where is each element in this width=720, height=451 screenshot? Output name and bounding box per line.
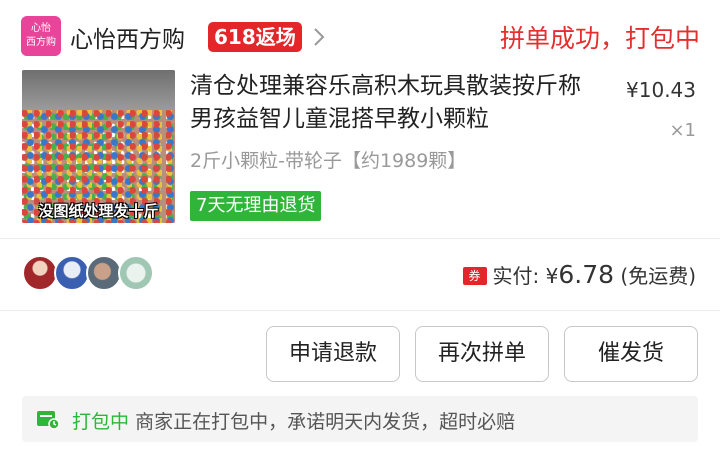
quantity: ×1 — [669, 120, 696, 141]
notice-text: 打包中 商家正在打包中，承诺明天内发货，超时必赔 — [72, 407, 515, 434]
coupon-icon: 券 — [462, 267, 487, 285]
box-icon — [37, 411, 60, 430]
paid-summary: 券实付: ¥6.78 (免运费) — [462, 260, 696, 289]
product-card[interactable]: 没图纸处理发十斤 清仓处理兼容乐高积木玩具散装按斤称男孩益智儿童混搭早教小颗粒 … — [0, 66, 720, 236]
apply-refund-button[interactable]: 申请退款 — [266, 326, 400, 382]
order-status: 拼单成功，打包中 — [499, 24, 700, 53]
unit-price: ¥10.43 — [626, 78, 696, 102]
store-name[interactable]: 心怡西方购 — [70, 20, 185, 54]
store-logo-line2: 西方购 — [26, 37, 56, 48]
notice-status: 打包中 — [72, 411, 130, 433]
chevron-right-icon[interactable] — [312, 26, 326, 48]
return-policy-badge: 7天无理由退货 — [190, 191, 322, 221]
avatar[interactable] — [118, 255, 154, 291]
avatar[interactable] — [86, 255, 122, 291]
store-logo-line1: 心怡 — [31, 23, 51, 34]
urge-shipping-button[interactable]: 催发货 — [564, 326, 698, 382]
promo-badge[interactable]: 618返场 — [208, 22, 302, 52]
image-ceiling — [22, 70, 175, 112]
notice-detail: 商家正在打包中，承诺明天内发货，超时必赔 — [135, 411, 516, 433]
paid-label: 实付: — [492, 264, 540, 288]
product-title[interactable]: 清仓处理兼容乐高积木玩具散装按斤称男孩益智儿童混搭早教小颗粒 — [190, 70, 600, 136]
order-actions: 申请退款 再次拼单 催发货 — [0, 312, 720, 392]
avatar[interactable] — [22, 255, 58, 291]
store-logo[interactable]: 心怡 西方购 — [21, 16, 61, 56]
shipping-note: (免运费) — [620, 264, 696, 288]
divider — [0, 310, 720, 311]
avatar[interactable] — [54, 255, 90, 291]
regroup-button[interactable]: 再次拼单 — [415, 326, 549, 382]
group-members-row: 券实付: ¥6.78 (免运费) — [0, 240, 720, 308]
product-spec: 2斤小颗粒-带轮子【约1989颗】 — [190, 150, 467, 172]
packing-notice[interactable]: 打包中 商家正在打包中，承诺明天内发货，超时必赔 — [22, 396, 698, 442]
product-image[interactable]: 没图纸处理发十斤 — [22, 70, 175, 223]
image-caption: 没图纸处理发十斤 — [38, 202, 159, 220]
currency-symbol: ¥ — [545, 264, 559, 288]
store-header: 心怡 西方购 心怡西方购 618返场 拼单成功，打包中 — [0, 0, 720, 72]
paid-amount: 6.78 — [558, 260, 615, 289]
divider — [0, 238, 720, 239]
